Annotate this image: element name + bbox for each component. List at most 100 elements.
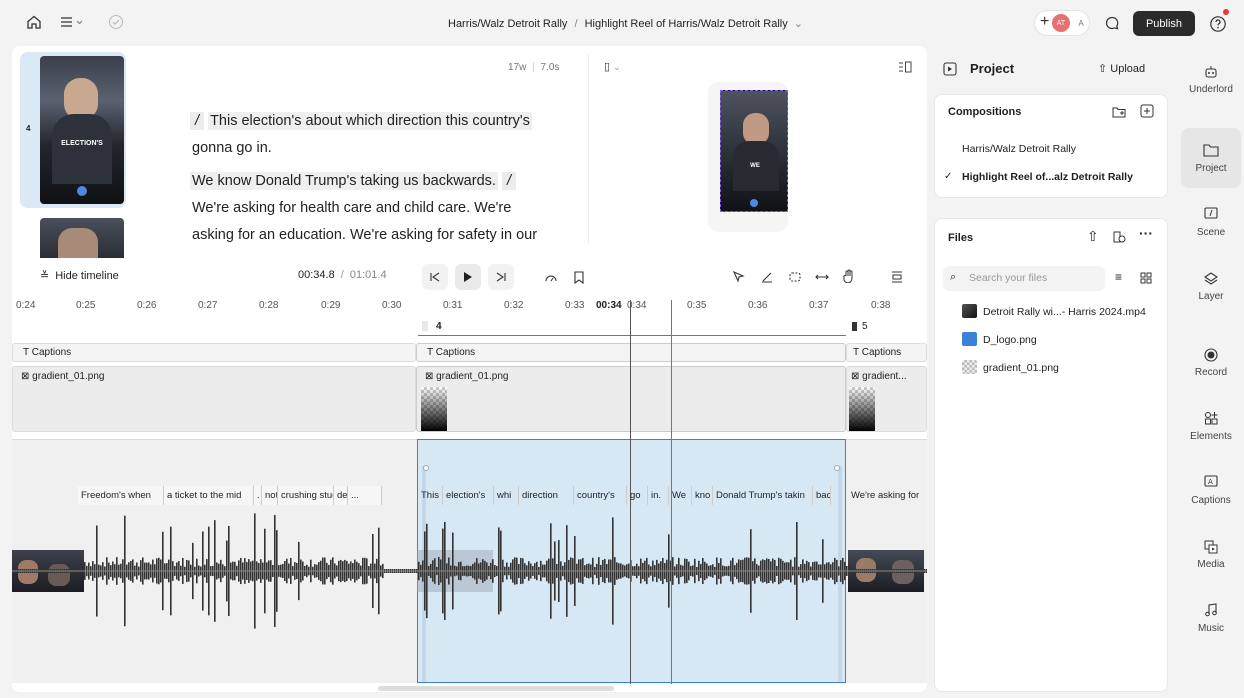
add-collaborator-icon[interactable]: + — [1040, 13, 1049, 31]
nav-project[interactable]: Project — [1180, 143, 1242, 174]
scene-marker-5[interactable]: 5 — [850, 319, 927, 336]
hide-timeline-button[interactable]: ≚ Hide timeline — [40, 269, 119, 282]
upload-button[interactable]: ⇧ Upload — [1098, 62, 1145, 75]
grid-view-icon[interactable] — [1139, 271, 1153, 285]
transcript-word[interactable]: Freedom's when — [78, 486, 164, 505]
ruler-tick: 0:26 — [137, 300, 157, 311]
upload-icon[interactable]: ⇧ — [1087, 228, 1099, 245]
transcript-word[interactable]: Donald Trump's takin — [713, 486, 813, 505]
files-panel: Files ⇧ ··· ⌕ Search your files ≡ Detroi… — [934, 218, 1168, 692]
captions-icon: A — [1180, 475, 1242, 493]
scene-thumb-next[interactable] — [40, 218, 124, 258]
captions-clip[interactable]: T Captions — [416, 343, 846, 362]
transcript-word[interactable]: bac — [813, 486, 831, 505]
logo-badge-icon — [77, 186, 87, 196]
layout-toggle-icon[interactable] — [896, 60, 914, 74]
gradient-clip[interactable]: ⊠ gradient_01.png — [12, 366, 416, 432]
transcript-word[interactable]: . — [254, 486, 262, 505]
script-line[interactable]: asking for an education. We're asking fo… — [190, 222, 570, 249]
file-item[interactable]: Detroit Rally wi...- Harris 2024.mp4 — [935, 301, 1167, 323]
composition-name: Harris/Walz Detroit Rally — [962, 143, 1076, 155]
aspect-ratio-dropdown[interactable]: ▯ ⌄ — [604, 60, 621, 73]
menu-icon[interactable] — [58, 12, 86, 32]
new-folder-icon[interactable] — [1111, 104, 1127, 120]
more-icon[interactable]: ··· — [1139, 225, 1153, 241]
publish-button[interactable]: Publish — [1133, 11, 1195, 36]
new-composition-icon[interactable] — [1139, 103, 1155, 119]
transcript-word[interactable]: kno — [692, 486, 713, 505]
script-line[interactable]: We know Donald Trump's taking us backwar… — [190, 172, 498, 190]
hand-tool-icon[interactable] — [840, 267, 858, 285]
chevron-down-icon[interactable]: ⌄ — [794, 18, 803, 30]
import-icon[interactable] — [1111, 229, 1127, 245]
skip-forward-icon[interactable] — [488, 264, 514, 290]
gradient-clip[interactable]: ⊠ gradient... — [846, 366, 927, 432]
transcript-word[interactable]: We — [669, 486, 692, 505]
skip-back-icon[interactable] — [422, 264, 448, 290]
nav-music[interactable]: Music — [1180, 603, 1242, 634]
transcript-word[interactable]: in. — [648, 486, 669, 505]
nav-underlord[interactable]: Underlord — [1180, 64, 1242, 95]
timeline-ruler[interactable]: 0:24 0:25 0:26 0:27 0:28 0:29 0:30 0:31 … — [12, 300, 927, 316]
transcript-word[interactable]: We're asking for — [848, 486, 927, 505]
stretch-icon[interactable] — [813, 268, 831, 286]
composition-item[interactable]: Harris/Walz Detroit Rally — [935, 139, 1167, 161]
help-icon[interactable] — [1208, 14, 1228, 34]
file-item[interactable]: D_logo.png — [935, 329, 1167, 351]
comment-icon[interactable] — [1102, 13, 1122, 33]
ripple-tool-icon[interactable] — [786, 268, 804, 286]
play-button[interactable] — [455, 264, 481, 290]
search-input[interactable]: ⌕ Search your files — [943, 266, 1105, 291]
timeline-scrollbar[interactable] — [378, 686, 614, 691]
transcript-word[interactable]: not — [262, 486, 278, 505]
script-line[interactable]: This election's about which direction th… — [208, 112, 532, 130]
nav-elements[interactable]: Elements — [1180, 411, 1242, 442]
bookmark-icon[interactable] — [570, 268, 588, 286]
filter-icon[interactable]: ≡ — [1115, 270, 1122, 284]
nav-record[interactable]: Record — [1180, 347, 1242, 378]
script-text[interactable]: / This election's about which direction … — [190, 108, 570, 249]
transcript-word[interactable]: whi — [494, 486, 519, 505]
breadcrumb-project[interactable]: Harris/Walz Detroit Rally — [448, 18, 567, 30]
nav-captions[interactable]: A Captions — [1180, 475, 1242, 506]
blade-tool-icon[interactable] — [758, 268, 776, 286]
scene-thumb-selected[interactable]: 4 ELECTION'S — [20, 52, 126, 208]
ruler-tick: 0:30 — [382, 300, 402, 311]
nav-label: Elements — [1190, 431, 1232, 442]
paragraph-marker[interactable]: / — [501, 172, 516, 190]
paragraph-marker[interactable]: / — [190, 112, 205, 130]
volume-keyframe[interactable] — [834, 465, 840, 471]
captions-clip[interactable]: T Captions — [846, 343, 927, 362]
breadcrumb-composition[interactable]: Highlight Reel of Harris/Walz Detroit Ra… — [585, 18, 788, 30]
transcript-word[interactable]: a ticket to the mid — [164, 486, 254, 505]
gradient-clip[interactable]: ⊠ gradient_01.png — [416, 366, 846, 432]
word-count: 17w | 7.0s — [508, 62, 560, 73]
nav-layer[interactable]: Layer — [1180, 271, 1242, 302]
scene-thumbnail-image: ELECTION'S — [40, 56, 124, 204]
transcript-word[interactable]: ... — [348, 486, 382, 505]
preview-video[interactable]: WE — [720, 90, 788, 212]
home-icon[interactable] — [24, 12, 44, 32]
music-icon — [1180, 603, 1242, 621]
transcript-word[interactable]: country's — [574, 486, 627, 505]
nav-scene[interactable]: Scene — [1180, 207, 1242, 238]
script-line[interactable]: gonna go in. — [190, 135, 570, 162]
transcript-word[interactable]: election's — [443, 486, 494, 505]
speed-icon[interactable] — [542, 268, 560, 286]
script-line[interactable]: We're asking for health care and child c… — [190, 195, 570, 222]
transcript-word[interactable]: de — [334, 486, 348, 505]
transcript-word[interactable]: This — [418, 486, 443, 505]
file-item[interactable]: gradient_01.png — [935, 357, 1167, 379]
nav-media[interactable]: Media — [1180, 539, 1242, 570]
scene-marker-4[interactable]: 4 — [418, 319, 846, 336]
fit-timeline-icon[interactable] — [888, 268, 906, 286]
transcript-word[interactable]: crushing stud — [278, 486, 334, 505]
volume-keyframe[interactable] — [423, 465, 429, 471]
captions-clip[interactable]: T Captions — [12, 343, 416, 362]
select-tool-icon[interactable] — [730, 268, 748, 286]
transcript-word[interactable]: go — [627, 486, 648, 505]
transcript-word[interactable]: direction — [519, 486, 574, 505]
composition-item-selected[interactable]: ✓ Highlight Reel of...alz Detroit Rally — [935, 167, 1167, 189]
collaborators[interactable]: + AT A — [1034, 10, 1090, 36]
preview-frame[interactable]: WE — [708, 82, 788, 232]
